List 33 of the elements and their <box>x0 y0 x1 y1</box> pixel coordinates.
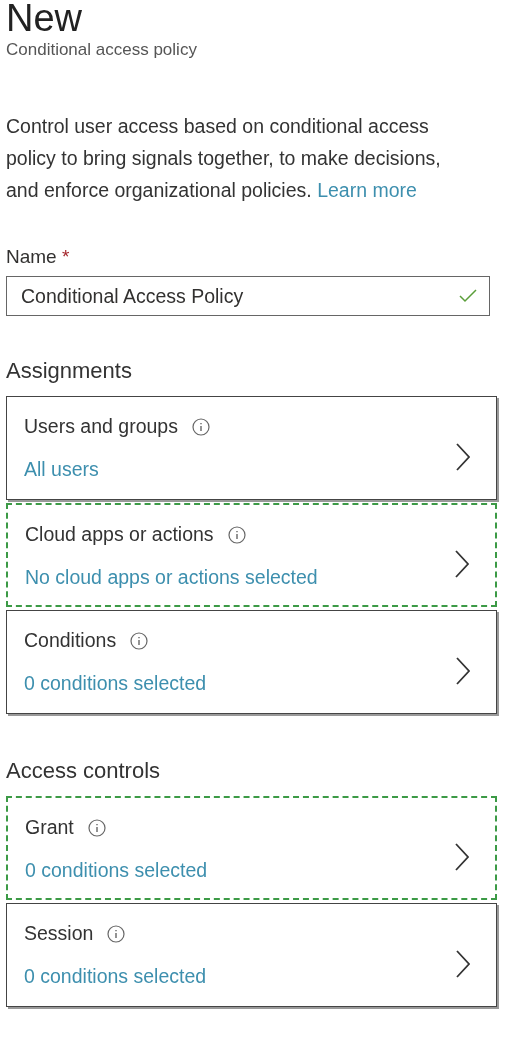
setting-value-link[interactable]: 0 conditions selected <box>24 672 207 695</box>
policy-setting-card[interactable]: Grant 0 conditions selected <box>6 796 497 900</box>
page-title: New <box>6 0 83 36</box>
setting-title: Cloud apps or actions <box>25 523 214 546</box>
policy-setting-card[interactable]: Conditions 0 conditions selected <box>6 610 497 714</box>
chevron-right-icon <box>456 950 470 978</box>
info-icon <box>191 417 210 436</box>
section-heading: Access controls <box>6 758 161 784</box>
policy-setting-card[interactable]: Users and groups All users <box>6 396 497 500</box>
policy-setting-card[interactable]: Session 0 conditions selected <box>6 903 497 1007</box>
learn-more-link[interactable]: Learn more <box>317 179 417 201</box>
setting-title: Conditions <box>24 629 117 652</box>
chevron-right-icon <box>455 843 469 871</box>
chevron-right-icon <box>456 657 470 685</box>
info-icon <box>107 924 126 943</box>
chevron-right-icon <box>455 550 469 578</box>
page-subtitle: Conditional access policy <box>6 40 197 60</box>
description-text: Control user access based on conditional access policy to bring signals together, to make decisions, and enforce organizational policies. Learn more <box>6 114 442 203</box>
info-icon <box>130 631 149 650</box>
section-heading: Assignments <box>6 358 132 384</box>
setting-value-link[interactable]: 0 conditions selected <box>25 859 208 882</box>
field-label: Name * <box>6 246 70 268</box>
policy-setting-card[interactable]: Cloud apps or actions No cloud apps or actions selected <box>6 503 497 607</box>
setting-value-link[interactable]: 0 conditions selected <box>24 965 207 988</box>
setting-title: Users and groups <box>24 415 178 438</box>
name-input-field[interactable]: Conditional Access Policy <box>6 276 490 316</box>
setting-value-link[interactable]: No cloud apps or actions selected <box>25 566 318 589</box>
info-icon <box>227 525 246 544</box>
setting-value-link[interactable]: All users <box>24 458 99 481</box>
chevron-right-icon <box>456 443 470 471</box>
info-icon <box>87 818 106 837</box>
setting-title: Grant <box>25 816 74 839</box>
setting-title: Session <box>24 922 94 945</box>
